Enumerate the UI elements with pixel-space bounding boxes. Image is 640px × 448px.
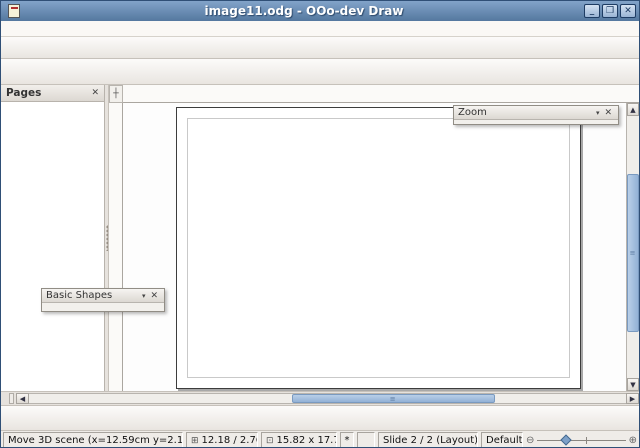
zoom-in-slider-icon[interactable]: ⊕ bbox=[629, 435, 637, 446]
standard-toolbar bbox=[1, 37, 639, 59]
zoom-palette: Zoom ▾ ✕ bbox=[453, 105, 619, 125]
drawing-canvas[interactable] bbox=[123, 103, 626, 391]
vertical-ruler[interactable] bbox=[109, 103, 123, 391]
horizontal-scrollbar[interactable]: ◀ ≡ ▶ bbox=[16, 393, 639, 404]
ruler-origin-corner: ┼ bbox=[109, 85, 123, 103]
horizontal-ruler[interactable] bbox=[123, 85, 639, 103]
zoom-palette-close-icon[interactable]: ✕ bbox=[602, 108, 614, 118]
size-icon: ⊡ bbox=[266, 436, 274, 446]
menubar bbox=[1, 21, 639, 37]
status-modified: * bbox=[340, 432, 354, 448]
window-title: image11.odg - OOo-dev Draw bbox=[24, 4, 584, 18]
scroll-left-icon[interactable]: ◀ bbox=[16, 393, 29, 404]
pages-panel-close-icon[interactable]: ✕ bbox=[91, 88, 99, 98]
zoom-palette-title: Zoom bbox=[458, 107, 487, 118]
drawing-toolbar bbox=[1, 406, 639, 431]
horizontal-scroll-thumb[interactable]: ≡ bbox=[292, 394, 495, 403]
zoom-palette-titlebar[interactable]: Zoom ▾ ✕ bbox=[454, 106, 618, 120]
app-icon bbox=[8, 4, 20, 18]
work-area: ┼ ▲ ≡ ▼ bbox=[109, 85, 639, 391]
close-button[interactable]: ✕ bbox=[620, 4, 636, 18]
status-slide-info[interactable]: Slide 2 / 2 (Layout) bbox=[378, 432, 478, 448]
status-page-style[interactable]: Default bbox=[481, 432, 523, 448]
scroll-right-icon[interactable]: ▶ bbox=[626, 393, 639, 404]
vertical-scroll-thumb[interactable]: ≡ bbox=[627, 174, 639, 332]
application-window: image11.odg - OOo-dev Draw _❒✕ Pages ✕ ┼ bbox=[0, 0, 640, 448]
titlebar: image11.odg - OOo-dev Draw _❒✕ bbox=[1, 1, 639, 21]
basic-shapes-title: Basic Shapes bbox=[46, 290, 112, 301]
pages-panel-title: Pages bbox=[6, 87, 41, 99]
status-position: ⊞ 12.18 / 2.76 bbox=[186, 432, 258, 448]
vertical-scrollbar[interactable]: ▲ ≡ ▼ bbox=[626, 103, 639, 391]
slide-tabbar: ◀ ≡ ▶ bbox=[1, 391, 639, 406]
statusbar: Move 3D scene (x=12.59cm y=2.19cm) ⊞ 12.… bbox=[1, 431, 639, 448]
main-area: Pages ✕ ┼ ▲ bbox=[1, 85, 639, 391]
basic-shapes-close-icon[interactable]: ✕ bbox=[148, 291, 160, 301]
zoom-palette-menu-icon[interactable]: ▾ bbox=[593, 109, 603, 117]
scroll-up-icon[interactable]: ▲ bbox=[627, 103, 639, 116]
basic-shapes-titlebar[interactable]: Basic Shapes ▾ ✕ bbox=[42, 289, 164, 303]
scroll-down-icon[interactable]: ▼ bbox=[627, 378, 639, 391]
status-action: Move 3D scene (x=12.59cm y=2.19cm) bbox=[3, 432, 183, 448]
zoom-out-slider-icon[interactable]: ⊖ bbox=[526, 435, 534, 446]
basic-shapes-palette: Basic Shapes ▾ ✕ bbox=[41, 288, 165, 312]
minimize-button[interactable]: _ bbox=[584, 4, 600, 18]
line-and-filling-toolbar bbox=[1, 59, 639, 85]
zoom-slider[interactable]: ⊖ ⊕ bbox=[526, 432, 637, 448]
tabbar-splitter[interactable] bbox=[9, 393, 14, 404]
basic-shapes-menu-icon[interactable]: ▾ bbox=[139, 292, 149, 300]
pages-panel: Pages ✕ bbox=[1, 85, 105, 391]
position-icon: ⊞ bbox=[191, 436, 199, 446]
zoom-slider-thumb[interactable] bbox=[560, 434, 571, 445]
3d-scene-graphics[interactable] bbox=[123, 103, 615, 391]
maximize-button[interactable]: ❒ bbox=[602, 4, 618, 18]
status-signature bbox=[357, 432, 375, 448]
status-size: ⊡ 15.82 x 17.74 bbox=[261, 432, 337, 448]
